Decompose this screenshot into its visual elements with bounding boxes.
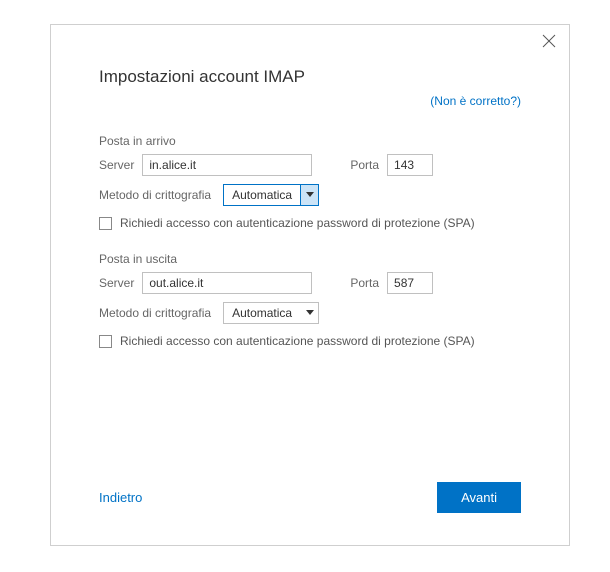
next-button[interactable]: Avanti xyxy=(437,482,521,513)
dialog-title: Impostazioni account IMAP xyxy=(99,67,521,87)
incoming-encryption-label: Metodo di crittografia xyxy=(99,188,211,202)
incoming-spa-label: Richiedi accesso con autenticazione pass… xyxy=(120,216,475,230)
outgoing-encryption-label: Metodo di crittografia xyxy=(99,306,211,320)
close-icon[interactable] xyxy=(541,33,557,49)
incoming-port-input[interactable] xyxy=(387,154,433,176)
outgoing-encryption-value: Automatica xyxy=(224,306,300,320)
incoming-server-input[interactable] xyxy=(142,154,312,176)
outgoing-encryption-dropdown[interactable]: Automatica xyxy=(223,302,319,324)
outgoing-port-input[interactable] xyxy=(387,272,433,294)
incoming-encryption-dropdown[interactable]: Automatica xyxy=(223,184,319,206)
incoming-spa-checkbox[interactable] xyxy=(99,217,112,230)
incoming-port-label: Porta xyxy=(350,158,379,172)
back-button[interactable]: Indietro xyxy=(99,490,142,505)
not-correct-link[interactable]: (Non è corretto?) xyxy=(430,94,521,108)
outgoing-spa-label: Richiedi accesso con autenticazione pass… xyxy=(120,334,475,348)
incoming-encryption-value: Automatica xyxy=(224,188,300,202)
incoming-section-label: Posta in arrivo xyxy=(99,134,521,148)
outgoing-server-label: Server xyxy=(99,276,134,290)
outgoing-spa-checkbox[interactable] xyxy=(99,335,112,348)
chevron-down-icon xyxy=(300,303,318,323)
outgoing-server-input[interactable] xyxy=(142,272,312,294)
outgoing-port-label: Porta xyxy=(350,276,379,290)
incoming-server-label: Server xyxy=(99,158,134,172)
outgoing-section-label: Posta in uscita xyxy=(99,252,521,266)
imap-settings-dialog: Impostazioni account IMAP (Non è corrett… xyxy=(50,24,570,546)
chevron-down-icon xyxy=(300,185,318,205)
